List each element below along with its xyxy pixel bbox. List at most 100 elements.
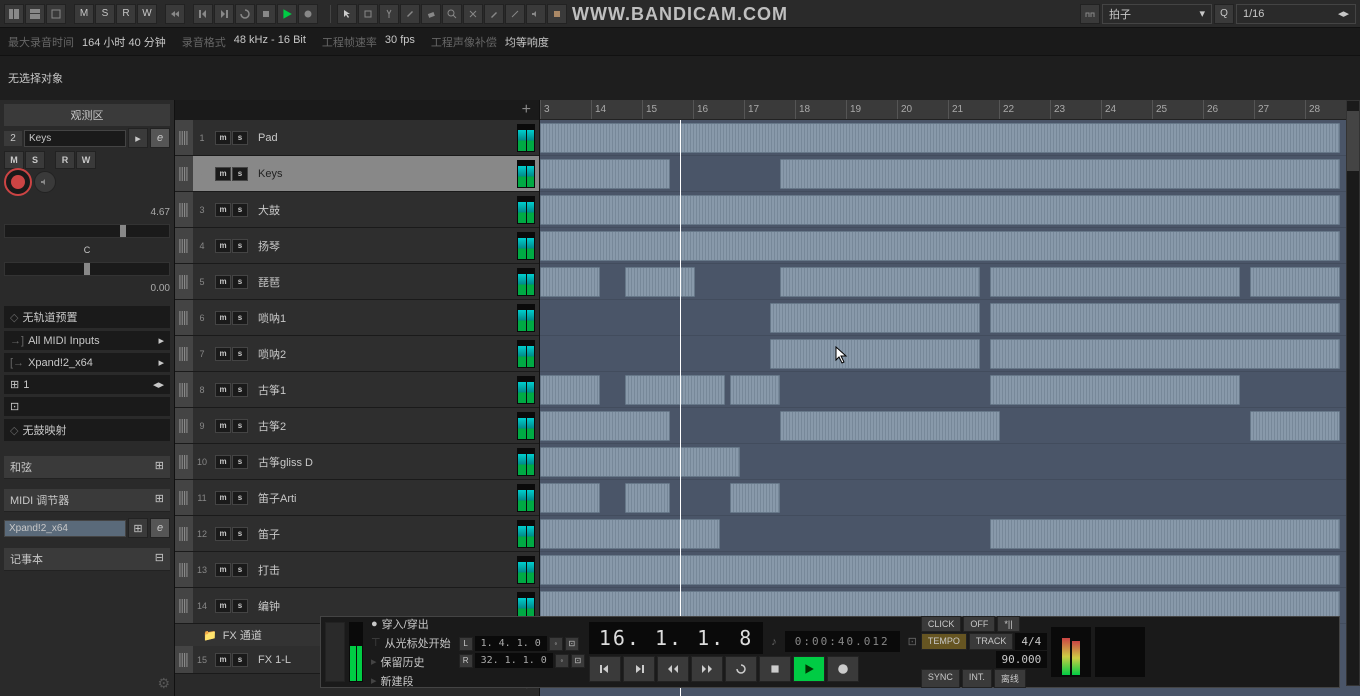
tp-opt-punch[interactable]: ●穿入/穿出	[367, 615, 455, 633]
midi-clip[interactable]	[540, 231, 1340, 261]
track-handle-icon[interactable]	[175, 300, 193, 335]
track-name[interactable]: 编钟	[252, 598, 517, 614]
insp-track-name[interactable]: Keys	[24, 130, 126, 147]
midi-clip[interactable]	[540, 267, 600, 297]
track-solo-btn[interactable]: s	[232, 383, 248, 397]
insp-solo-btn[interactable]: S	[25, 151, 45, 169]
track-handle-icon[interactable]	[175, 552, 193, 587]
track-mute-btn[interactable]: m	[215, 527, 231, 541]
insp-monitor-btn[interactable]	[34, 171, 56, 193]
midi-clip[interactable]	[990, 375, 1240, 405]
midi-clip[interactable]	[990, 267, 1240, 297]
track-name[interactable]: 琵琶	[252, 274, 517, 290]
midi-clip[interactable]	[770, 303, 980, 333]
midi-clip[interactable]	[730, 483, 780, 513]
vertical-scrollbar[interactable]	[1346, 100, 1360, 686]
track-row[interactable]: 1 ms Pad	[175, 120, 539, 156]
snap-on-btn[interactable]	[1080, 4, 1100, 24]
tp-click-btn[interactable]: CLICK	[921, 616, 962, 632]
midi-clip[interactable]	[625, 267, 695, 297]
tp-right-locator-val[interactable]: 32. 1. 1. 0	[475, 653, 553, 668]
track-solo-btn[interactable]: s	[232, 275, 248, 289]
insp-midi-input[interactable]: →]All MIDI Inputs▸	[4, 331, 170, 351]
track-mute-btn[interactable]: m	[215, 203, 231, 217]
track-row[interactable]: 8 ms 古筝1	[175, 372, 539, 408]
tp-opt-newpart[interactable]: ▸新建段	[367, 672, 455, 690]
tool-color[interactable]	[547, 4, 567, 24]
track-handle-icon[interactable]	[175, 156, 193, 191]
tp-post2-btn[interactable]: ⊡	[571, 654, 585, 668]
tool-play[interactable]	[526, 4, 546, 24]
tp-sync-state[interactable]: INT.	[962, 669, 992, 688]
insp-volume-slider[interactable]	[4, 224, 170, 238]
tp-goto-start[interactable]	[589, 656, 621, 682]
tp-sig-value[interactable]: 4/4	[1015, 633, 1047, 650]
insp-instrument-out[interactable]: [→Xpand!2_x64▸	[4, 353, 170, 373]
quantize-btn[interactable]: Q	[1214, 4, 1234, 24]
insp-edit-instrument[interactable]: ⊡	[4, 397, 170, 417]
midi-clip[interactable]	[780, 267, 980, 297]
track-row[interactable]: 13 ms 打击	[175, 552, 539, 588]
clips-area[interactable]	[540, 120, 1360, 696]
tool-split[interactable]	[379, 4, 399, 24]
panel-btn-3[interactable]	[46, 4, 66, 24]
track-solo-btn[interactable]: s	[232, 239, 248, 253]
insp-preset[interactable]: ◇无轨道预置	[4, 306, 170, 329]
insp-mute-btn[interactable]: M	[4, 151, 24, 169]
track-handle-icon[interactable]	[175, 336, 193, 371]
tp-left-locator-val[interactable]: 1. 4. 1. 0	[475, 636, 547, 651]
tool-erase[interactable]	[421, 4, 441, 24]
tp-precount-btn[interactable]: *||	[997, 616, 1019, 632]
track-name[interactable]: 古筝gliss D	[252, 454, 517, 470]
tp-play[interactable]	[793, 656, 825, 682]
track-solo-btn[interactable]: s	[232, 347, 248, 361]
tp-left-locator-btn[interactable]: L	[459, 637, 473, 651]
track-handle-icon[interactable]	[175, 264, 193, 299]
insp-chord-section[interactable]: 和弦⊞	[4, 456, 170, 479]
tp-tempo-state[interactable]: TRACK	[969, 633, 1014, 650]
midi-clip[interactable]	[780, 159, 1340, 189]
tp-time-format-icon-2[interactable]: ⊡	[908, 635, 917, 648]
insp-pan-slider[interactable]	[4, 262, 170, 276]
tp-tempo-btn[interactable]: TEMPO	[921, 633, 967, 650]
track-solo-btn[interactable]: s	[232, 131, 248, 145]
track-mute-btn[interactable]: m	[215, 311, 231, 325]
track-mute-btn[interactable]: m	[215, 419, 231, 433]
track-solo-btn[interactable]: s	[232, 455, 248, 469]
gear-icon[interactable]: ⚙	[4, 675, 170, 692]
panel-btn-2[interactable]	[25, 4, 45, 24]
track-row[interactable]: 5 ms 琵琶	[175, 264, 539, 300]
insp-drum-map[interactable]: ◇无鼓映射	[4, 419, 170, 442]
tp-cycle[interactable]	[725, 656, 757, 682]
midi-clip[interactable]	[990, 519, 1340, 549]
mute-all-btn[interactable]: M	[74, 4, 94, 24]
track-row[interactable]: 2 ms Keys	[175, 156, 539, 192]
transport-end-btn[interactable]	[214, 4, 234, 24]
auto-scroll-btn[interactable]	[165, 4, 185, 24]
tp-stop[interactable]	[759, 656, 791, 682]
midi-clip[interactable]	[540, 483, 600, 513]
tp-click-state[interactable]: OFF	[963, 616, 995, 632]
tool-line[interactable]	[505, 4, 525, 24]
insp-channel[interactable]: ⊞1◂▸	[4, 375, 170, 395]
track-solo-btn[interactable]: s	[232, 311, 248, 325]
track-name[interactable]: 古筝2	[252, 418, 517, 434]
midi-clip[interactable]	[625, 483, 670, 513]
insp-insert-plugin[interactable]: Xpand!2_x64	[4, 520, 126, 537]
tp-sync-btn[interactable]: SYNC	[921, 669, 960, 688]
track-solo-btn[interactable]: s	[232, 167, 248, 181]
midi-clip[interactable]	[540, 195, 1340, 225]
midi-clip[interactable]	[990, 339, 1340, 369]
midi-clip[interactable]	[990, 303, 1340, 333]
tp-post-btn[interactable]: ⊡	[565, 637, 579, 651]
track-handle-icon[interactable]	[175, 588, 193, 623]
playhead[interactable]	[680, 120, 681, 696]
track-handle-icon[interactable]	[175, 408, 193, 443]
track-row[interactable]: 10 ms 古筝gliss D	[175, 444, 539, 480]
track-solo-btn[interactable]: s	[232, 599, 248, 613]
tp-time-format-icon[interactable]: ♪	[771, 636, 777, 648]
transport-play-btn[interactable]	[277, 4, 297, 24]
track-mute-btn[interactable]: m	[215, 239, 231, 253]
tp-bpm-value[interactable]: 90.000	[996, 651, 1048, 668]
add-track-btn[interactable]: +	[522, 101, 531, 119]
